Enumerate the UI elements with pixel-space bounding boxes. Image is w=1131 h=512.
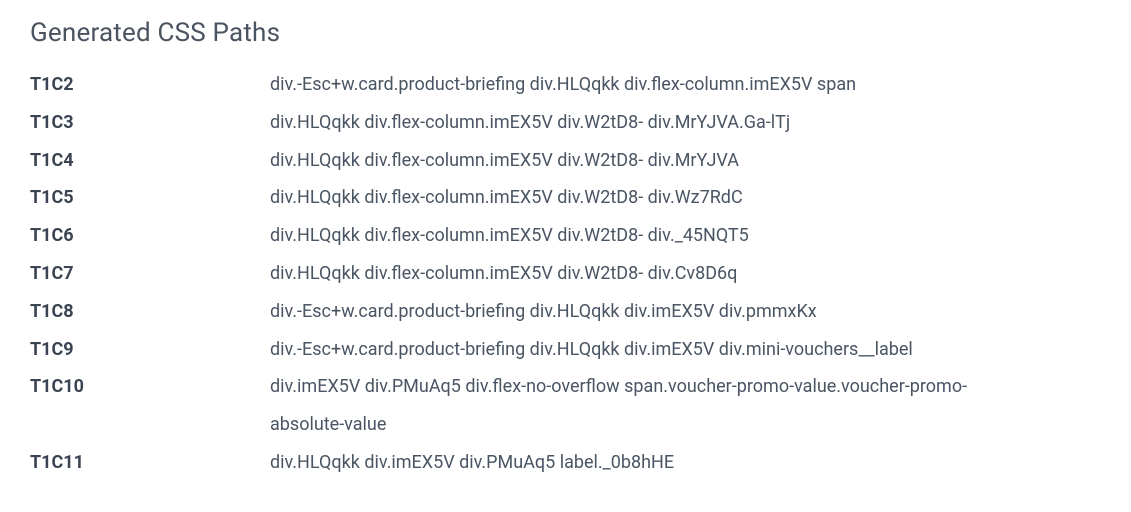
path-id-label: T1C8 xyxy=(30,293,270,331)
css-path-row: T1C3 div.HLQqkk div.flex-column.imEX5V d… xyxy=(30,104,1101,142)
path-id-label: T1C2 xyxy=(30,66,270,104)
css-path-row-continuation: absolute-value xyxy=(30,406,1101,444)
css-path-row: T1C6 div.HLQqkk div.flex-column.imEX5V d… xyxy=(30,217,1101,255)
css-path-value: div.HLQqkk div.imEX5V div.PMuAq5 label._… xyxy=(270,444,1101,482)
css-path-value-continuation: absolute-value xyxy=(270,406,1101,444)
path-id-label: T1C10 xyxy=(30,368,270,406)
css-path-value: div.-Esc+w.card.product-briefing div.HLQ… xyxy=(270,293,1101,331)
css-path-value: div.HLQqkk div.flex-column.imEX5V div.W2… xyxy=(270,142,1101,180)
path-id-label: T1C6 xyxy=(30,217,270,255)
path-id-label: T1C9 xyxy=(30,331,270,369)
css-paths-container: Generated CSS Paths T1C2 div.-Esc+w.card… xyxy=(0,0,1131,512)
path-id-label: T1C4 xyxy=(30,142,270,180)
css-path-row: T1C10 div.imEX5V div.PMuAq5 div.flex-no-… xyxy=(30,368,1101,406)
css-path-value: div.HLQqkk div.flex-column.imEX5V div.W2… xyxy=(270,179,1101,217)
css-path-value: div.HLQqkk div.flex-column.imEX5V div.W2… xyxy=(270,255,1101,293)
path-id-label: T1C7 xyxy=(30,255,270,293)
path-id-label: T1C11 xyxy=(30,444,270,482)
css-path-row: T1C9 div.-Esc+w.card.product-briefing di… xyxy=(30,331,1101,369)
css-path-row: T1C4 div.HLQqkk div.flex-column.imEX5V d… xyxy=(30,142,1101,180)
css-path-value: div.-Esc+w.card.product-briefing div.HLQ… xyxy=(270,331,1101,369)
css-path-value: div.HLQqkk div.flex-column.imEX5V div.W2… xyxy=(270,217,1101,255)
css-path-row: T1C8 div.-Esc+w.card.product-briefing di… xyxy=(30,293,1101,331)
css-path-value: div.HLQqkk div.flex-column.imEX5V div.W2… xyxy=(270,104,1101,142)
css-path-row: T1C11 div.HLQqkk div.imEX5V div.PMuAq5 l… xyxy=(30,444,1101,482)
css-path-row: T1C5 div.HLQqkk div.flex-column.imEX5V d… xyxy=(30,179,1101,217)
css-path-row: T1C7 div.HLQqkk div.flex-column.imEX5V d… xyxy=(30,255,1101,293)
css-path-value: div.imEX5V div.PMuAq5 div.flex-no-overfl… xyxy=(270,368,1101,406)
section-title: Generated CSS Paths xyxy=(30,18,1101,48)
css-path-row: T1C2 div.-Esc+w.card.product-briefing di… xyxy=(30,66,1101,104)
css-path-value: div.-Esc+w.card.product-briefing div.HLQ… xyxy=(270,66,1101,104)
path-id-label: T1C5 xyxy=(30,179,270,217)
path-id-label: T1C3 xyxy=(30,104,270,142)
